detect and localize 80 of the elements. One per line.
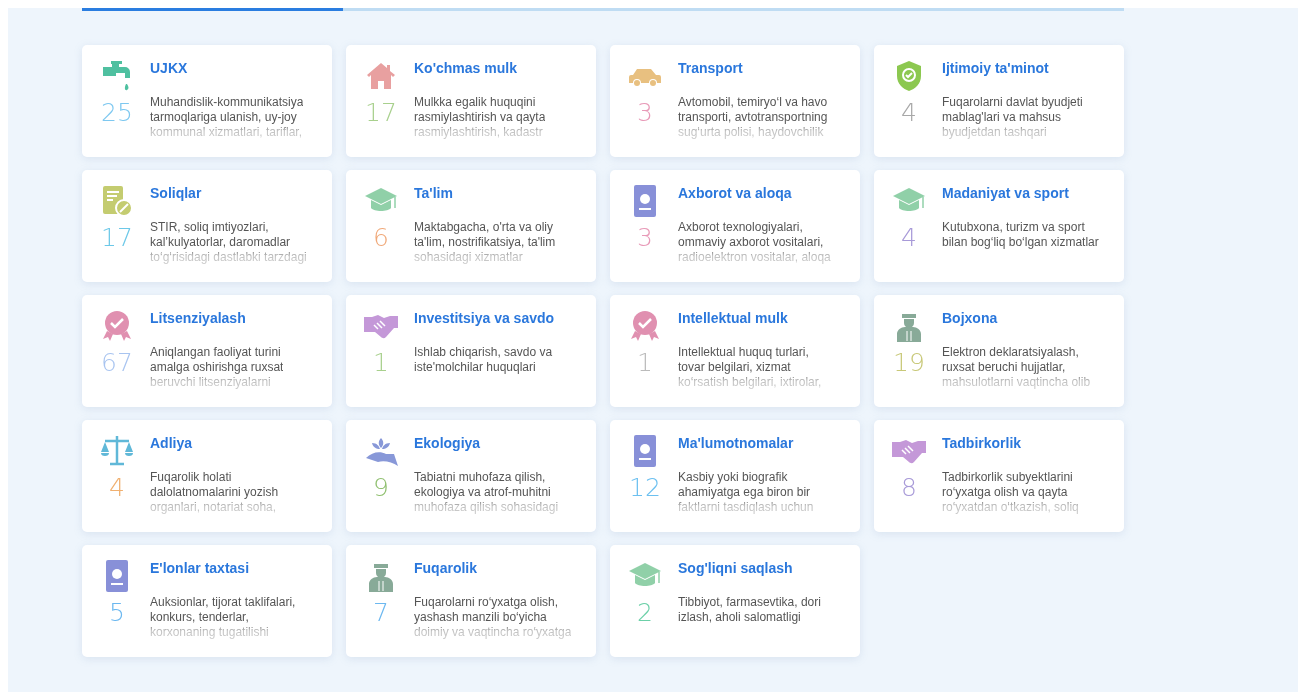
category-title: Fuqarolik <box>414 559 478 577</box>
category-card[interactable]: 8 Tadbirkorlik Tadbirkorlik subyektlarini ro‘yxatga olish va qayta ro‘yxatdan o‘tkazish, soliq <box>874 420 1124 532</box>
category-card[interactable]: 1 Investitsiya va savdo Ishlab chiqarish, savdo va iste'molchilar huquqlari <box>346 295 596 407</box>
service-count: 67 <box>101 349 133 377</box>
award-badge-icon <box>628 309 662 343</box>
service-count: 17 <box>101 224 133 252</box>
category-card[interactable]: 1 Intellektual mulk Intellektual huquq turlari, tovar belgilari, xizmat ko‘rsatish belgilari, ixtirolar, <box>610 295 860 407</box>
category-description: Intellektual huquq turlari, tovar belgilari, xizmat ko‘rsatish belgilari, ixtirolar, <box>678 345 822 390</box>
category-title: Investitsiya va savdo <box>414 309 555 327</box>
service-count: 12 <box>629 474 661 502</box>
category-card[interactable]: 5 E'lonlar taxtasi Auksionlar, tijorat taklifalari, konkurs, tenderlar, korxonaning tugatilishi <box>82 545 332 657</box>
service-count: 6 <box>373 224 389 252</box>
category-card[interactable]: 4 Adliya Fuqarolik holati dalolatnomalarini yozish organlari, notariat soha, <box>82 420 332 532</box>
service-count: 1 <box>637 349 653 377</box>
service-count: 4 <box>901 224 917 252</box>
category-description: Fuqarolarni ro‘yxatga olish, yashash manzili bo‘yicha doimiy va vaqtincha ro‘yxatga <box>414 595 572 640</box>
category-title: Ekologiya <box>414 434 482 452</box>
category-title: Intellektual mulk <box>678 309 789 327</box>
award-badge-icon <box>100 309 134 343</box>
tax-document-icon <box>100 184 134 218</box>
category-title: E'lonlar taxtasi <box>150 559 251 577</box>
service-count: 3 <box>637 224 653 252</box>
category-card[interactable]: 9 Ekologiya Tabiatni muhofaza qilish, ekologiya va atrof-muhitni muhofaza qilish sohasidagi <box>346 420 596 532</box>
category-card[interactable]: 19 Bojxona Elektron deklaratsiyalash, ruxsat beruchi hujjatlar, mahsulotlarni vaqtincha olib <box>874 295 1124 407</box>
category-card[interactable]: 7 Fuqarolik Fuqarolarni ro‘yxatga olish, yashash manzili bo‘yicha doimiy va vaqtincha ro‘yxatga <box>346 545 596 657</box>
category-card[interactable]: 17 Ko'chmas mulk Mulkka egalik huquqini rasmiylashtirish va qayta rasmiylashtirish, kadastr <box>346 45 596 157</box>
category-description: Fuqarolik holati dalolatnomalarini yozish organlari, notariat soha, <box>150 470 279 515</box>
category-description: Elektron deklaratsiyalash, ruxsat beruchi hujjatlar, mahsulotlarni vaqtincha olib <box>942 345 1091 390</box>
service-count: 8 <box>901 474 917 502</box>
category-card[interactable]: 25 UJKX Muhandislik-kommunikatsiya tarmoqlariga ulanish, uy-joy kommunal xizmatlari, tariflar, <box>82 45 332 157</box>
category-card[interactable]: 4 Madaniyat va sport Kutubxona, turizm va sport bilan bog‘liq bo‘lgan xizmatlar <box>874 170 1124 282</box>
category-card[interactable]: 17 Soliqlar STIR, soliq imtiyozlari, kal’kulyatorlar, daromadlar to‘g‘risidagi dastlabki tarzdagi <box>82 170 332 282</box>
category-description: Tadbirkorlik subyektlarini ro‘yxatga olish va qayta ro‘yxatdan o‘tkazish, soliq <box>942 470 1079 515</box>
category-title: Bojxona <box>942 309 999 327</box>
category-card[interactable]: 12 Ma'lumotnomalar Kasbiy yoki biografik ahamiyatga ega biron bir faktlarni tasdiqlash uchun <box>610 420 860 532</box>
category-title: Tadbirkorlik <box>942 434 1023 452</box>
category-description: Aniqlangan faoliyat turini amalga oshirishga ruxsat beruvchi litsenziyalarni <box>150 345 284 390</box>
category-title: Axborot va aloqa <box>678 184 793 202</box>
category-title: Ijtimoiy ta'minot <box>942 59 1050 77</box>
category-description: Auksionlar, tijorat taklifalari, konkurs, tenderlar, korxonaning tugatilishi <box>150 595 296 640</box>
service-count: 5 <box>109 599 125 627</box>
category-description: Maktabgacha, o'rta va oliy ta'lim, nostrifikatsiya, ta'lim sohasidagi xizmatlar <box>414 220 556 265</box>
category-title: Sog'liqni saqlash <box>678 559 794 577</box>
category-description: Fuqarolarni davlat byudjeti mablag'lari va mahsus byudjetdan tashqari <box>942 95 1083 140</box>
service-count: 9 <box>373 474 389 502</box>
category-card[interactable]: 6 Ta'lim Maktabgacha, o'rta va oliy ta'lim, nostrifikatsiya, ta'lim sohasidagi xizmatlar <box>346 170 596 282</box>
category-description: Muhandislik-kommunikatsiya tarmoqlariga ulanish, uy-joy kommunal xizmatlari, tariflar, <box>150 95 304 140</box>
service-count: 2 <box>637 599 653 627</box>
category-description: Kutubxona, turizm va sport bilan bog‘liq bo‘lgan xizmatlar <box>942 220 1099 250</box>
category-card[interactable]: 3 Transport Avtomobil, temiryo‘l va havo transporti, avtotransportning sug‘urta polisi, haydovchilik <box>610 45 860 157</box>
service-count: 4 <box>901 99 917 127</box>
category-description: Kasbiy yoki biografik ahamiyatga ega biron bir faktlarni tasdiqlash uchun <box>678 470 814 515</box>
service-count: 3 <box>637 99 653 127</box>
category-card[interactable]: 67 Litsenziyalash Aniqlangan faoliyat turini amalga oshirishga ruxsat beruvchi litsenziyalarni <box>82 295 332 407</box>
service-count: 25 <box>101 99 133 127</box>
category-title: Madaniyat va sport <box>942 184 1070 202</box>
service-count: 17 <box>365 99 397 127</box>
category-title: Soliqlar <box>150 184 203 202</box>
category-title: Litsenziyalash <box>150 309 247 327</box>
category-description: STIR, soliq imtiyozlari, kal’kulyatorlar, daromadlar to‘g‘risidagi dastlabki tarzdagi <box>150 220 307 265</box>
scales-icon <box>100 434 134 468</box>
category-description: Axborot texnologiyalari, ommaviy axborot vositalari, radioelektron vositalar, aloqa <box>678 220 831 265</box>
category-card[interactable]: 3 Axborot va aloqa Axborot texnologiyalari, ommaviy axborot vositalari, radioelektron vositalar, aloqa <box>610 170 860 282</box>
service-count: 19 <box>893 349 925 377</box>
service-count: 1 <box>373 349 389 377</box>
category-title: Transport <box>678 59 744 77</box>
category-description: Avtomobil, temiryo‘l va havo transporti, avtotransportning sug‘urta polisi, haydovchilik <box>678 95 828 140</box>
category-title: UJKX <box>150 59 189 77</box>
category-description: Mulkka egalik huquqini rasmiylashtirish va qayta rasmiylashtirish, kadastr <box>414 95 546 140</box>
category-card[interactable]: 4 Ijtimoiy ta'minot Fuqarolarni davlat byudjeti mablag'lari va mahsus byudjetdan tashqari <box>874 45 1124 157</box>
category-description: Ishlab chiqarish, savdo va iste'molchilar huquqlari <box>414 345 554 375</box>
category-title: Ko'chmas mulk <box>414 59 518 77</box>
service-count: 4 <box>109 474 125 502</box>
service-count: 7 <box>373 599 389 627</box>
category-title: Ma'lumotnomalar <box>678 434 795 452</box>
category-description: Tabiatni muhofaza qilish, ekologiya va atrof-muhitni muhofaza qilish sohasidagi <box>414 470 559 515</box>
category-card[interactable]: 2 Sog'liqni saqlash Tibbiyot, farmasevtika, dori izlash, aholi salomatligi <box>610 545 860 657</box>
category-description: Tibbiyot, farmasevtika, dori izlash, aholi salomatligi <box>678 595 821 625</box>
category-title: Ta'lim <box>414 184 454 202</box>
category-title: Adliya <box>150 434 193 452</box>
